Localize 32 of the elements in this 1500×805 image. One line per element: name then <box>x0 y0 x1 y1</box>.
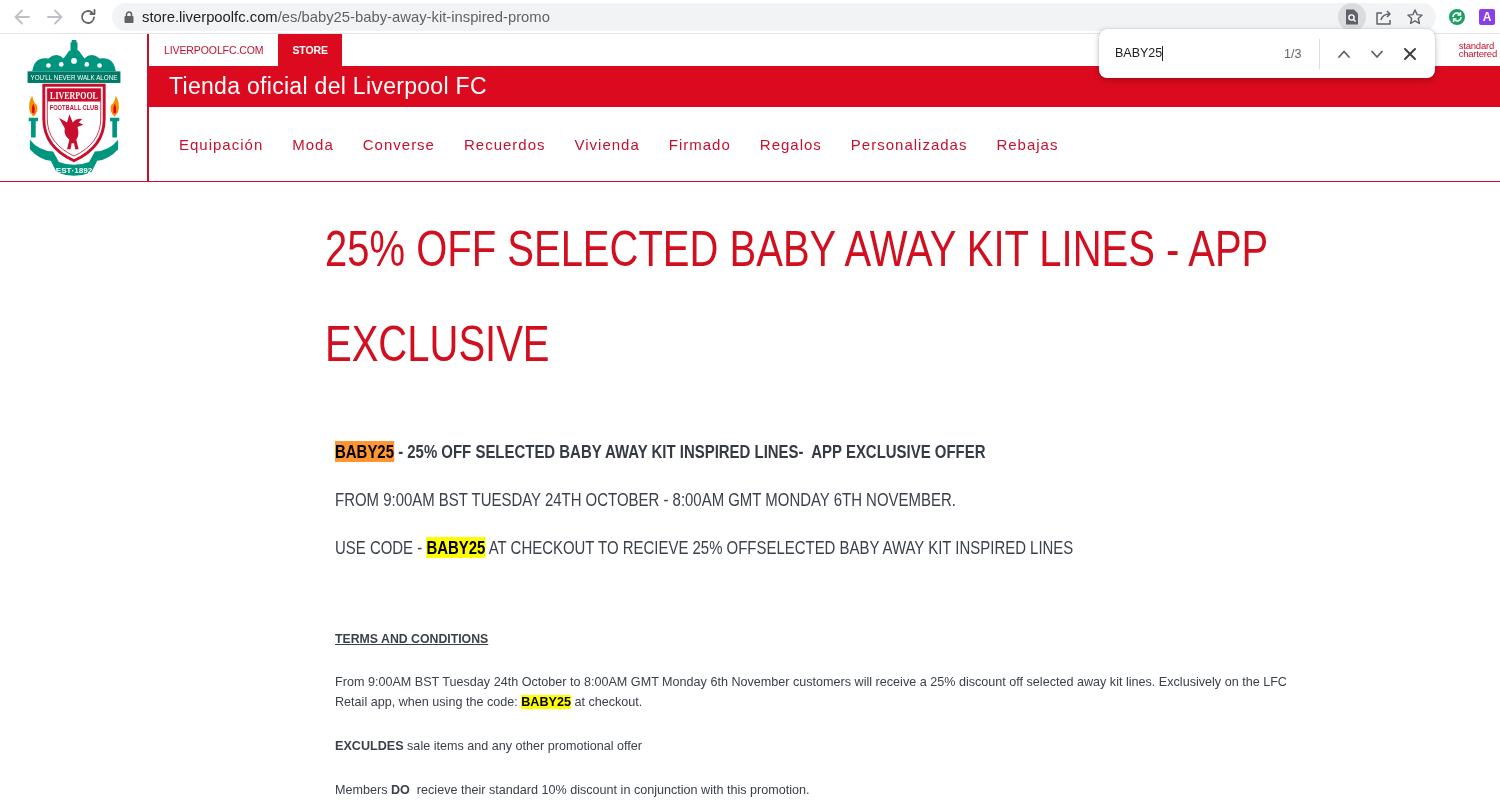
terms-text: From 9:00AM BST Tuesday 24th October to 8:00AM GMT Monday 6th November customers will receive a 25% discount off selected away kit lines. Exclusively on the LFC Retail app, when using the code: BABY25 at checkout. <box>335 674 1288 711</box>
nav-menu-item[interactable]: Personalizadas <box>850 135 968 153</box>
offer-headline: BABY25 - 25% OFF SELECTED BABY AWAY KIT INSPIRED LINES- APP EXCLUSIVE OFFER <box>335 440 987 464</box>
page-search-icon <box>1345 8 1359 25</box>
find-in-page-button[interactable] <box>1338 2 1366 31</box>
nav-menu-item[interactable]: Equipación <box>179 135 264 153</box>
promo-title: 25% OFF SELECTED BABY AWAY KIT LINES - APP EXCLUSIVE <box>325 220 1269 374</box>
close-icon[interactable] <box>1403 46 1417 61</box>
nav-menu-item[interactable]: Recuerdos <box>463 135 546 153</box>
terms-text: EXCULDES sale items and any other promotional offer <box>335 738 644 755</box>
sponsor-logo: standard chartered <box>1458 42 1497 58</box>
nav-menu-item[interactable]: Rebajas <box>996 135 1059 153</box>
nav-menu-item[interactable]: Moda <box>292 135 334 153</box>
nav-menu-item[interactable]: Converse <box>362 135 435 153</box>
nav-menu-item[interactable]: Firmado <box>668 135 731 153</box>
extension-button[interactable]: A <box>1479 8 1495 25</box>
lock-icon[interactable] <box>124 10 134 23</box>
sync-icon[interactable] <box>1449 8 1465 25</box>
terms-text: Members DO recieve their standard 10% discount in conjunction with this promotion. <box>335 782 811 799</box>
top-nav-tab[interactable]: STORE <box>278 34 342 66</box>
store-banner-title: Tienda oficial del Liverpool FC <box>149 66 1500 107</box>
find-field[interactable]: BABY25 <box>1115 42 1275 65</box>
address-bar[interactable]: store.liverpoolfc.com/es/baby25-baby-away-kit-inspired-promo <box>112 2 1436 31</box>
nav-menu-item[interactable]: Regalos <box>759 135 822 153</box>
match-count: 1/3 <box>1284 46 1303 61</box>
star-icon[interactable] <box>1407 8 1423 25</box>
reload-icon[interactable] <box>80 8 96 25</box>
terms-heading: TERMS AND CONDITIONS <box>335 631 490 648</box>
offer-text: FROM 9:00AM BST TUESDAY 24TH OCTOBER - 8:00AM GMT MONDAY 6TH NOVEMBER. <box>335 488 957 512</box>
nav-menu-item[interactable]: Vivienda <box>574 135 640 153</box>
share-icon[interactable] <box>1376 8 1392 25</box>
offer-text: USE CODE - BABY25 AT CHECKOUT TO RECIEVE 25% OFFSELECTED BABY AWAY KIT INSPIRED LINES <box>335 536 1075 560</box>
